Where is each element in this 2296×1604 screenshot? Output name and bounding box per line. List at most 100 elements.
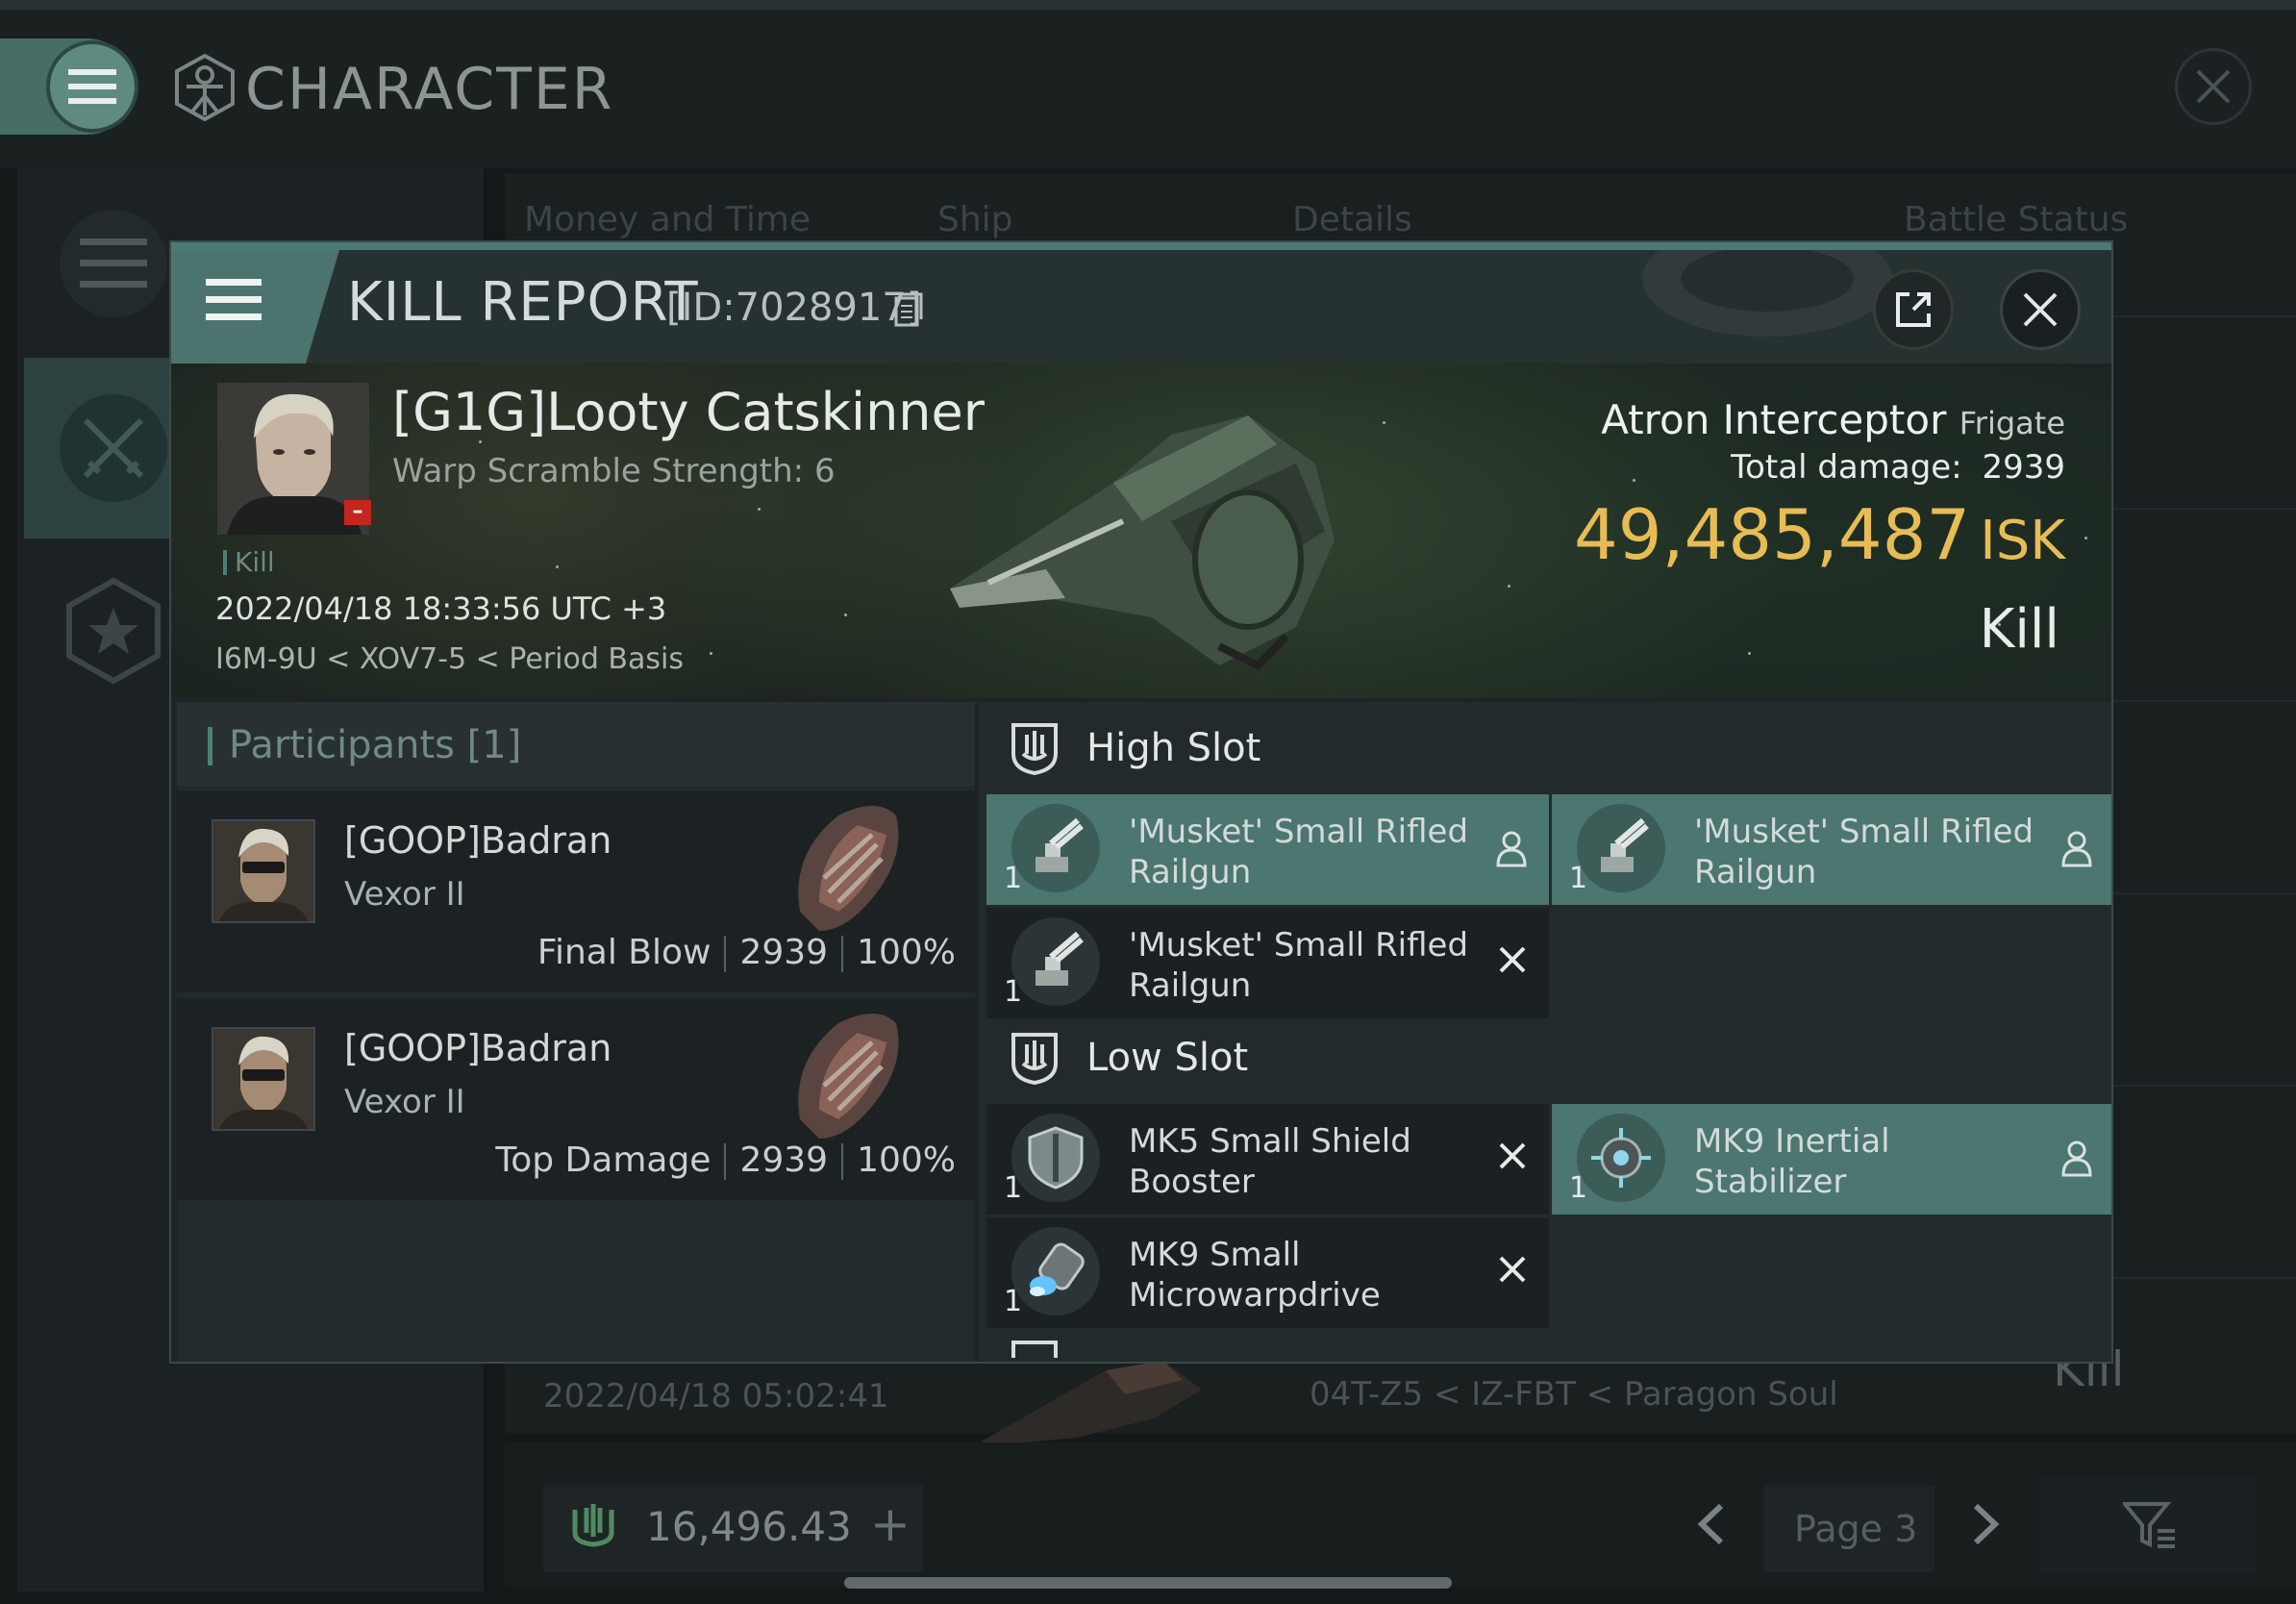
participant-damage: 2939 [739,1140,829,1180]
wallet-isk-icon [569,1500,617,1548]
high-slot-icon [1010,721,1060,775]
participant-card[interactable]: [GOOP]Badran Vexor II Top Damage 2939 100% [177,998,975,1200]
fitted-item[interactable]: 1 'Musket' Small Rifled Railgun [986,794,1549,905]
kill-datetime: 2022/04/18 18:33:56 UTC +3 [215,590,667,627]
share-external-icon [1896,292,1931,327]
scroll-indicator[interactable] [844,1577,1452,1589]
item-quantity: 1 [1004,1285,1023,1318]
share-button[interactable] [1873,269,1954,350]
kill-report-id: [ID:7028917] [666,286,922,330]
background-row-location: 04T-Z5 < IZ-FBT < Paragon Soul [1310,1375,1838,1414]
participant-portrait [212,819,315,923]
victim-name[interactable]: [G1G]Looty Catskinner [392,382,985,442]
fitted-item[interactable]: 1 MK5 Small Shield Booster [986,1104,1549,1215]
main-menu-button[interactable] [46,40,138,133]
wallet-add-button[interactable]: + [870,1500,911,1548]
dropped-person-icon [2060,831,2093,867]
participant-damage: 2939 [739,933,829,972]
participant-name[interactable]: [GOOP]Badran [344,819,611,862]
microwarpdrive-icon [1011,1227,1100,1316]
victim-status-badge: – [344,500,371,525]
total-damage-line: Total damage: 2939 [1731,448,2065,487]
participant-name[interactable]: [GOOP]Badran [344,1027,611,1069]
participant-portrait [212,1027,315,1131]
inertial-stabilizer-icon [1577,1114,1665,1202]
participants-title: Participants [1] [229,723,522,767]
star-badge-icon [66,577,161,685]
participant-role: Top Damage [495,1140,711,1180]
item-quantity: 1 [1569,1171,1588,1205]
kill-report-title: KILL REPORT [347,271,699,334]
hamburger-icon [206,279,262,320]
next-page-button[interactable] [1966,1500,2005,1548]
kill-tag-marker [223,550,227,575]
stats-divider [841,936,844,972]
low-slot-icon [1010,1031,1060,1085]
rail-menu-button[interactable] [60,210,167,317]
app-close-button[interactable] [2175,48,2252,125]
item-name: 'Musket' Small Rifled Railgun [1694,813,2034,891]
stats-divider [724,936,727,972]
list-icon [80,238,147,288]
character-icon [173,54,237,121]
previous-page-button[interactable] [1692,1500,1731,1548]
chevron-right-icon [1973,1503,2000,1545]
kill-report-window: KILL REPORT [ID:7028917] – [G1G]Looty Ca… [169,240,2113,1364]
isk-value-line: 49,485,487 ISK [1574,494,2065,575]
kill-location[interactable]: I6M-9U < XOV7-5 < Period Basis [215,642,684,676]
destroyed-x-icon [1497,1140,1528,1171]
fitted-item[interactable]: 1 MK9 Inertial Stabilizer [1552,1104,2111,1215]
copy-id-icon[interactable] [894,292,923,327]
participant-stats: Top Damage 2939 100% [495,1140,956,1180]
total-damage-value: 2939 [1982,448,2065,487]
item-quantity: 1 [1004,862,1023,895]
participant-ship: Vexor II [344,875,465,914]
kill-report-close-button[interactable] [2000,269,2081,350]
item-name: MK9 Small Microwarpdrive [1129,1236,1381,1315]
railgun-icon [1011,804,1100,892]
fitted-item[interactable]: 1 'Musket' Small Rifled Railgun [986,908,1549,1018]
chevron-left-icon [1697,1503,1724,1545]
page-indicator: Page 3 [1794,1508,1918,1550]
shield-booster-icon [1011,1114,1100,1202]
stats-divider [841,1143,844,1180]
participant-ship: Vexor II [344,1083,465,1121]
rail-combat-button[interactable] [60,394,167,502]
item-quantity: 1 [1569,862,1588,895]
participant-role: Final Blow [537,933,711,972]
item-name: 'Musket' Small Rifled Railgun [1129,813,1469,891]
rail-favorites-button[interactable] [60,577,167,685]
column-header-battle-status: Battle Status [1904,200,2129,239]
item-name: 'Musket' Small Rifled Railgun [1129,926,1469,1005]
isk-unit: ISK [1980,510,2065,572]
dropped-person-icon [2060,1140,2093,1177]
ship-name[interactable]: Atron Interceptor [1601,396,1946,443]
destroyed-x-icon [1497,1254,1528,1285]
kill-report-menu-button[interactable] [206,277,262,323]
participant-card[interactable]: [GOOP]Badran Vexor II Final Blow 2939 100% [177,790,975,992]
wallet-balance: 16,496.43 [646,1503,852,1550]
total-damage-label: Total damage: [1731,448,1962,487]
victim-warp-scramble: Warp Scramble Strength: 6 [392,452,836,490]
background-row-date: 2022/04/18 05:02:41 [543,1377,889,1416]
column-header-details: Details [1292,200,1412,239]
fitted-item[interactable]: 1 'Musket' Small Rifled Railgun [1552,794,2111,905]
fitted-item[interactable]: 1 MK9 Small Microwarpdrive [986,1217,1549,1328]
participants-header-marker [208,727,212,765]
item-quantity: 1 [1004,1171,1023,1205]
isk-value: 49,485,487 [1573,494,1971,575]
dropped-person-icon [1495,831,1528,867]
item-quantity: 1 [1004,975,1023,1009]
destroyed-x-icon [1497,944,1528,975]
column-header-money-time: Money and Time [524,200,811,239]
kill-tag: Kill [235,546,275,578]
crossed-swords-icon [83,417,144,479]
participant-ship-image [781,796,906,940]
close-icon [2196,69,2231,104]
column-header-ship: Ship [937,200,1013,239]
high-slot-label: High Slot [1086,726,1261,770]
top-edge [0,0,2296,10]
participant-ship-image [781,1004,906,1148]
app-title: CHARACTER [245,56,614,123]
participant-stats: Final Blow 2939 100% [537,933,956,972]
